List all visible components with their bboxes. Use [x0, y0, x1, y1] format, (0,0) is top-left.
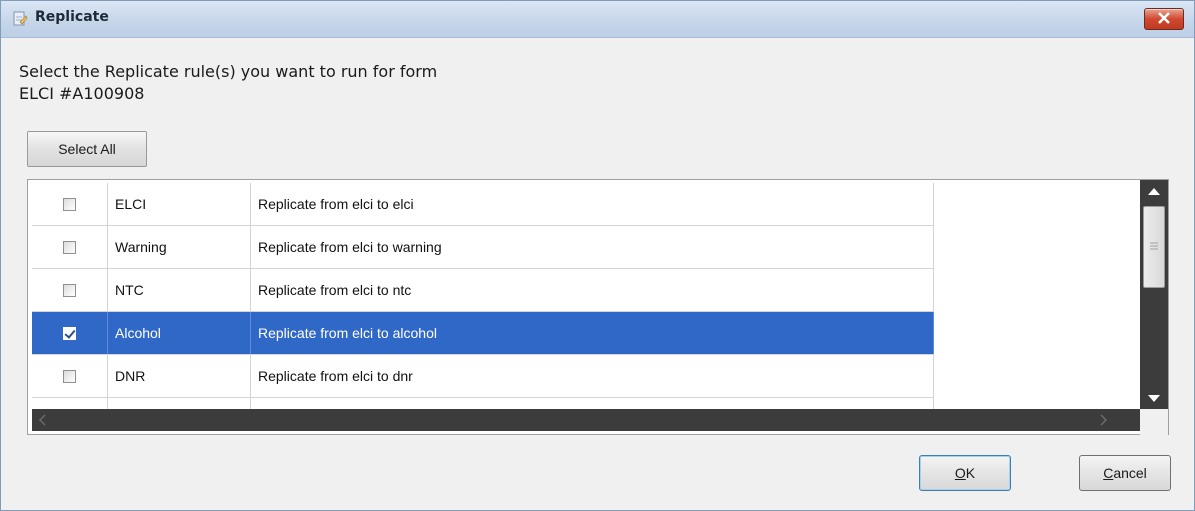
- replicate-dialog: Replicate Select the Replicate rule(s) y…: [0, 0, 1195, 511]
- close-button[interactable]: [1144, 8, 1184, 30]
- rule-checkbox-cell: [32, 226, 108, 268]
- rule-description: Replicate from elci to ntc: [251, 269, 934, 311]
- rule-name: NTC: [108, 269, 251, 311]
- select-all-button[interactable]: Select All: [27, 131, 147, 167]
- rule-description: Replicate from elci to elci: [251, 183, 934, 225]
- cancel-label: ancel: [1113, 465, 1147, 481]
- rule-cell-partial: [32, 398, 108, 409]
- cancel-button[interactable]: Cancel: [1079, 455, 1171, 491]
- close-icon: [1158, 12, 1170, 24]
- rule-checkbox[interactable]: [63, 197, 76, 211]
- rule-checkbox-cell: [32, 355, 108, 397]
- cancel-mnemonic: C: [1103, 465, 1114, 481]
- rule-description: Replicate from elci to alcohol: [251, 312, 934, 354]
- rule-name: DNR: [108, 355, 251, 397]
- window-title: Replicate: [35, 9, 109, 25]
- rule-checkbox[interactable]: [63, 326, 76, 340]
- rule-row[interactable]: Alcohol Replicate from elci to alcohol: [32, 312, 934, 355]
- ok-button[interactable]: OK: [919, 455, 1011, 491]
- scroll-right-arrow-icon[interactable]: [1092, 409, 1114, 431]
- rule-checkbox[interactable]: [63, 283, 76, 297]
- rule-name: Warning: [108, 226, 251, 268]
- instructions: Select the Replicate rule(s) you want to…: [19, 61, 437, 105]
- scroll-left-arrow-icon[interactable]: [32, 409, 54, 431]
- app-icon: [13, 11, 28, 26]
- rule-name: ELCI: [108, 183, 251, 225]
- scrollbar-corner: [1140, 409, 1168, 435]
- rule-checkbox[interactable]: [63, 240, 76, 254]
- ok-mnemonic: O: [954, 465, 966, 481]
- form-identifier: ELCI #A100908: [19, 84, 145, 103]
- rule-cell-partial: [251, 398, 934, 409]
- rule-checkbox-cell: [32, 269, 108, 311]
- rule-checkbox[interactable]: [63, 369, 76, 383]
- grip-icon: [1150, 242, 1158, 250]
- rule-cell-partial: [108, 398, 251, 409]
- scroll-down-arrow-icon[interactable]: [1140, 387, 1168, 409]
- rule-row-partial[interactable]: [32, 398, 934, 409]
- rule-row[interactable]: NTC Replicate from elci to ntc: [32, 269, 934, 312]
- rule-row[interactable]: Warning Replicate from elci to warning: [32, 226, 934, 269]
- rule-description: Replicate from elci to warning: [251, 226, 934, 268]
- ok-label: K: [965, 465, 976, 481]
- rule-description: Replicate from elci to dnr: [251, 355, 934, 397]
- title-bar[interactable]: Replicate: [1, 1, 1194, 38]
- rule-row[interactable]: ELCI Replicate from elci to elci: [32, 183, 934, 226]
- rule-checkbox-cell: [32, 312, 108, 354]
- rules-grid: ELCI Replicate from elci to elci Warning Re…: [27, 179, 1169, 435]
- scroll-up-arrow-icon[interactable]: [1140, 180, 1168, 202]
- instructions-line-1: Select the Replicate rule(s) you want to…: [19, 62, 438, 81]
- vertical-scrollbar[interactable]: [1140, 180, 1168, 409]
- horizontal-scrollbar[interactable]: [32, 409, 1140, 431]
- vertical-scroll-thumb[interactable]: [1143, 206, 1165, 288]
- rule-row[interactable]: DNR Replicate from elci to dnr: [32, 355, 934, 398]
- rule-checkbox-cell: [32, 183, 108, 225]
- rules-grid-body: ELCI Replicate from elci to elci Warning Re…: [32, 183, 1140, 409]
- rule-name: Alcohol: [108, 312, 251, 354]
